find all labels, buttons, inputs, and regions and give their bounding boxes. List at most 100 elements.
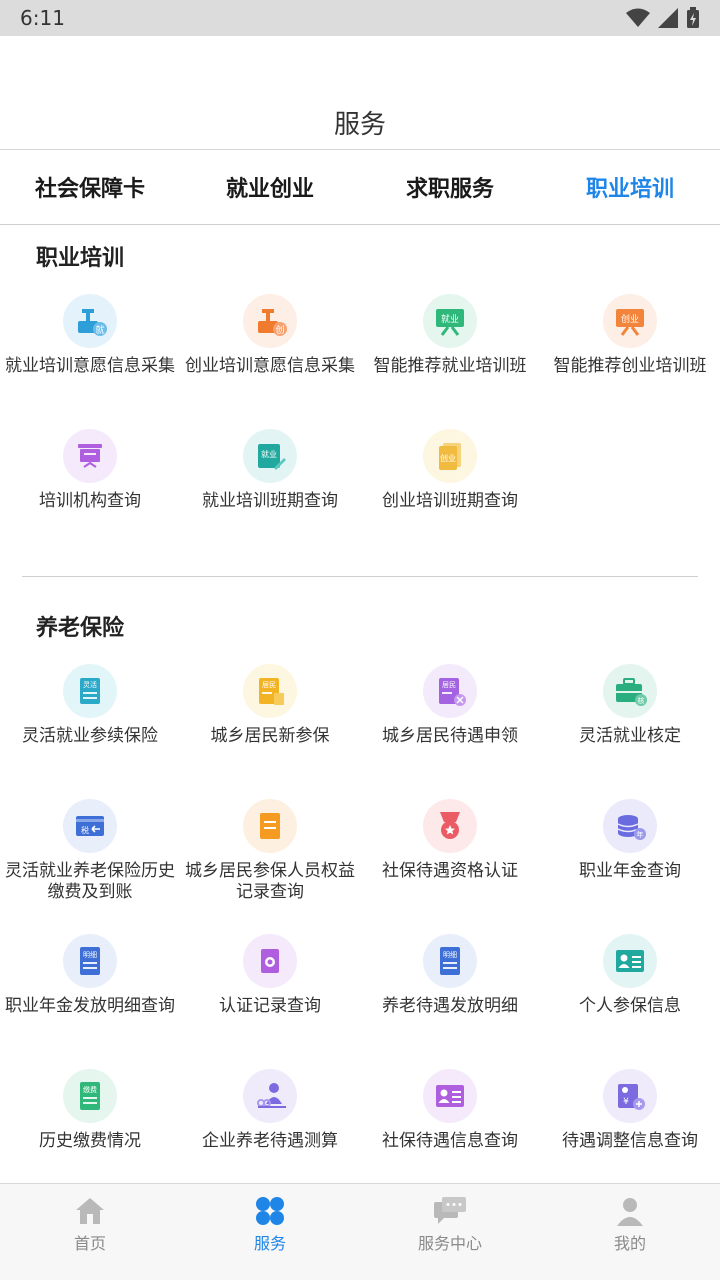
home-icon (76, 1198, 104, 1224)
tab-vocational-training[interactable]: 职业培训 (540, 150, 720, 224)
svg-text:核: 核 (638, 696, 645, 705)
startup-class-icon: 创业 (423, 429, 477, 483)
service-item-annuity-detail[interactable]: 明细 职业年金发放明细查询 (0, 934, 180, 1017)
service-item-training-intent[interactable]: 就 就业培训意愿信息采集 (0, 294, 180, 377)
nav-home[interactable]: 首页 (0, 1184, 180, 1280)
svg-text:创: 创 (275, 324, 284, 336)
svg-text:创业: 创业 (440, 453, 456, 463)
pension-detail-icon: 明细 (423, 934, 477, 988)
service-item-label: 个人参保信息 (579, 996, 681, 1016)
service-item-label: 创业培训意愿信息采集 (185, 356, 355, 376)
service-item-label: 社保待遇信息查询 (382, 1131, 518, 1151)
service-item-institution-query[interactable]: 培训机构查询 (0, 429, 180, 512)
tab-social-security-card[interactable]: 社会保障卡 (0, 150, 180, 224)
status-bar: 6:11 (0, 0, 720, 36)
battery-icon (687, 7, 699, 28)
annuity-detail-icon: 明细 (63, 934, 117, 988)
title-bar: 服务 (0, 36, 720, 150)
system-icons (626, 7, 700, 29)
service-item-employment-class-query[interactable]: 就业 就业培训班期查询 (180, 429, 360, 512)
service-item-annuity-query[interactable]: 年 职业年金查询 (540, 799, 720, 882)
svg-text:明细: 明细 (443, 950, 457, 959)
wifi-icon (626, 8, 650, 27)
service-item-recommend-employment[interactable]: 就业 智能推荐就业培训班 (360, 294, 540, 377)
service-item-rights-record[interactable]: 城乡居民参保人员权益记录查询 (180, 799, 360, 903)
svg-text:就: 就 (95, 324, 104, 336)
tab-employment-startup[interactable]: 就业创业 (180, 150, 360, 224)
service-item-label: 智能推荐创业培训班 (553, 356, 707, 376)
svg-text:明细: 明细 (83, 950, 97, 959)
qualification-medal-icon (423, 799, 477, 853)
training-intent-icon: 就 (63, 294, 117, 348)
svg-text:年: 年 (637, 830, 644, 839)
service-item-label: 历史缴费情况 (39, 1131, 141, 1151)
page-title: 服务 (333, 110, 386, 140)
service-item-payment-history[interactable]: 缴费 历史缴费情况 (0, 1069, 180, 1152)
service-item-resident-new[interactable]: 居民 城乡居民新参保 (180, 664, 360, 747)
service-item-label: 就业培训意愿信息采集 (5, 356, 175, 376)
service-item-label: 培训机构查询 (39, 491, 141, 511)
tax-history-icon: 税 (63, 799, 117, 853)
service-item-label: 创业培训班期查询 (382, 491, 518, 511)
svg-text:创业: 创业 (621, 313, 639, 325)
svg-text:就业: 就业 (441, 313, 459, 325)
service-item-recommend-startup[interactable]: 创业 智能推荐创业培训班 (540, 294, 720, 377)
flexible-insure-icon: 灵活 (63, 664, 117, 718)
service-item-label: 城乡居民参保人员权益记录查询 (185, 861, 355, 902)
section-divider (22, 576, 698, 577)
payment-history-icon: 缴费 (63, 1069, 117, 1123)
service-item-flexible-verify[interactable]: 核 灵活就业核定 (540, 664, 720, 747)
svg-text:灵活: 灵活 (83, 680, 97, 689)
tab-job-services[interactable]: 求职服务 (360, 150, 540, 224)
startup-intent-icon: 创 (243, 294, 297, 348)
service-item-label: 灵活就业参续保险 (22, 726, 158, 746)
service-item-label: 城乡居民新参保 (210, 726, 330, 746)
employment-board-icon: 就业 (423, 294, 477, 348)
resident-claim-icon: 居民 (423, 664, 477, 718)
id-card-icon (603, 934, 657, 988)
service-item-label: 智能推荐就业培训班 (373, 356, 527, 376)
service-item-label: 灵活就业养老保险历史缴费及到账 (5, 861, 175, 902)
adjustment-info-icon: ¥ (603, 1069, 657, 1123)
service-item-label: 养老待遇发放明细 (382, 996, 518, 1016)
annuity-coins-icon: 年 (603, 799, 657, 853)
institution-icon (63, 429, 117, 483)
service-item-pension-detail[interactable]: 明细 养老待遇发放明细 (360, 934, 540, 1017)
svg-text:就业: 就业 (261, 449, 277, 459)
service-item-label: 待遇调整信息查询 (562, 1131, 698, 1151)
service-item-flexible-insure[interactable]: 灵活 灵活就业参续保险 (0, 664, 180, 747)
service-item-resident-claim[interactable]: 居民 城乡居民待遇申领 (360, 664, 540, 747)
service-item-label: 职业年金查询 (579, 861, 681, 881)
service-item-benefit-info[interactable]: 社保待遇信息查询 (360, 1069, 540, 1152)
nav-label: 我的 (613, 1234, 646, 1253)
employment-class-icon: 就业 (243, 429, 297, 483)
service-item-adjustment-info[interactable]: ¥ 待遇调整信息查询 (540, 1069, 720, 1152)
svg-text:居民: 居民 (262, 681, 276, 689)
service-item-label: 认证记录查询 (219, 996, 321, 1016)
chat-bubbles-icon (434, 1197, 466, 1224)
service-item-startup-intent[interactable]: 创 创业培训意愿信息采集 (180, 294, 360, 377)
resident-new-icon: 居民 (243, 664, 297, 718)
service-item-pension-calc[interactable]: 企业养老待遇测算 (180, 1069, 360, 1152)
section-title-pension-insurance: 养老保险 (36, 616, 125, 641)
svg-text:¥: ¥ (623, 1097, 629, 1107)
service-item-startup-class-query[interactable]: 创业 创业培训班期查询 (360, 429, 540, 512)
service-item-personal-insurance[interactable]: 个人参保信息 (540, 934, 720, 1017)
service-item-auth-record[interactable]: 认证记录查询 (180, 934, 360, 1017)
rights-record-icon (243, 799, 297, 853)
service-item-tax-history[interactable]: 税 灵活就业养老保险历史缴费及到账 (0, 799, 180, 903)
service-content: 职业培训 就 就业培训意愿信息采集 创 创业培训意愿信息采集 就业 智能推荐就业… (0, 226, 720, 1182)
nav-service-center[interactable]: 服务中心 (360, 1184, 540, 1280)
status-time: 6:11 (20, 6, 65, 30)
service-item-qualification-auth[interactable]: 社保待遇资格认证 (360, 799, 540, 882)
category-tabs: 社会保障卡 就业创业 求职服务 职业培训 (0, 150, 720, 225)
svg-text:税: 税 (81, 825, 89, 835)
user-icon (617, 1198, 643, 1226)
nav-mine[interactable]: 我的 (540, 1184, 720, 1280)
service-item-label: 企业养老待遇测算 (202, 1131, 338, 1151)
section-title-vocational-training: 职业培训 (36, 246, 125, 271)
nav-service[interactable]: 服务 (180, 1184, 360, 1280)
bottom-navigation: 首页 服务 服务中心 我的 (0, 1183, 720, 1280)
benefit-info-icon (423, 1069, 477, 1123)
signal-icon (658, 8, 678, 28)
